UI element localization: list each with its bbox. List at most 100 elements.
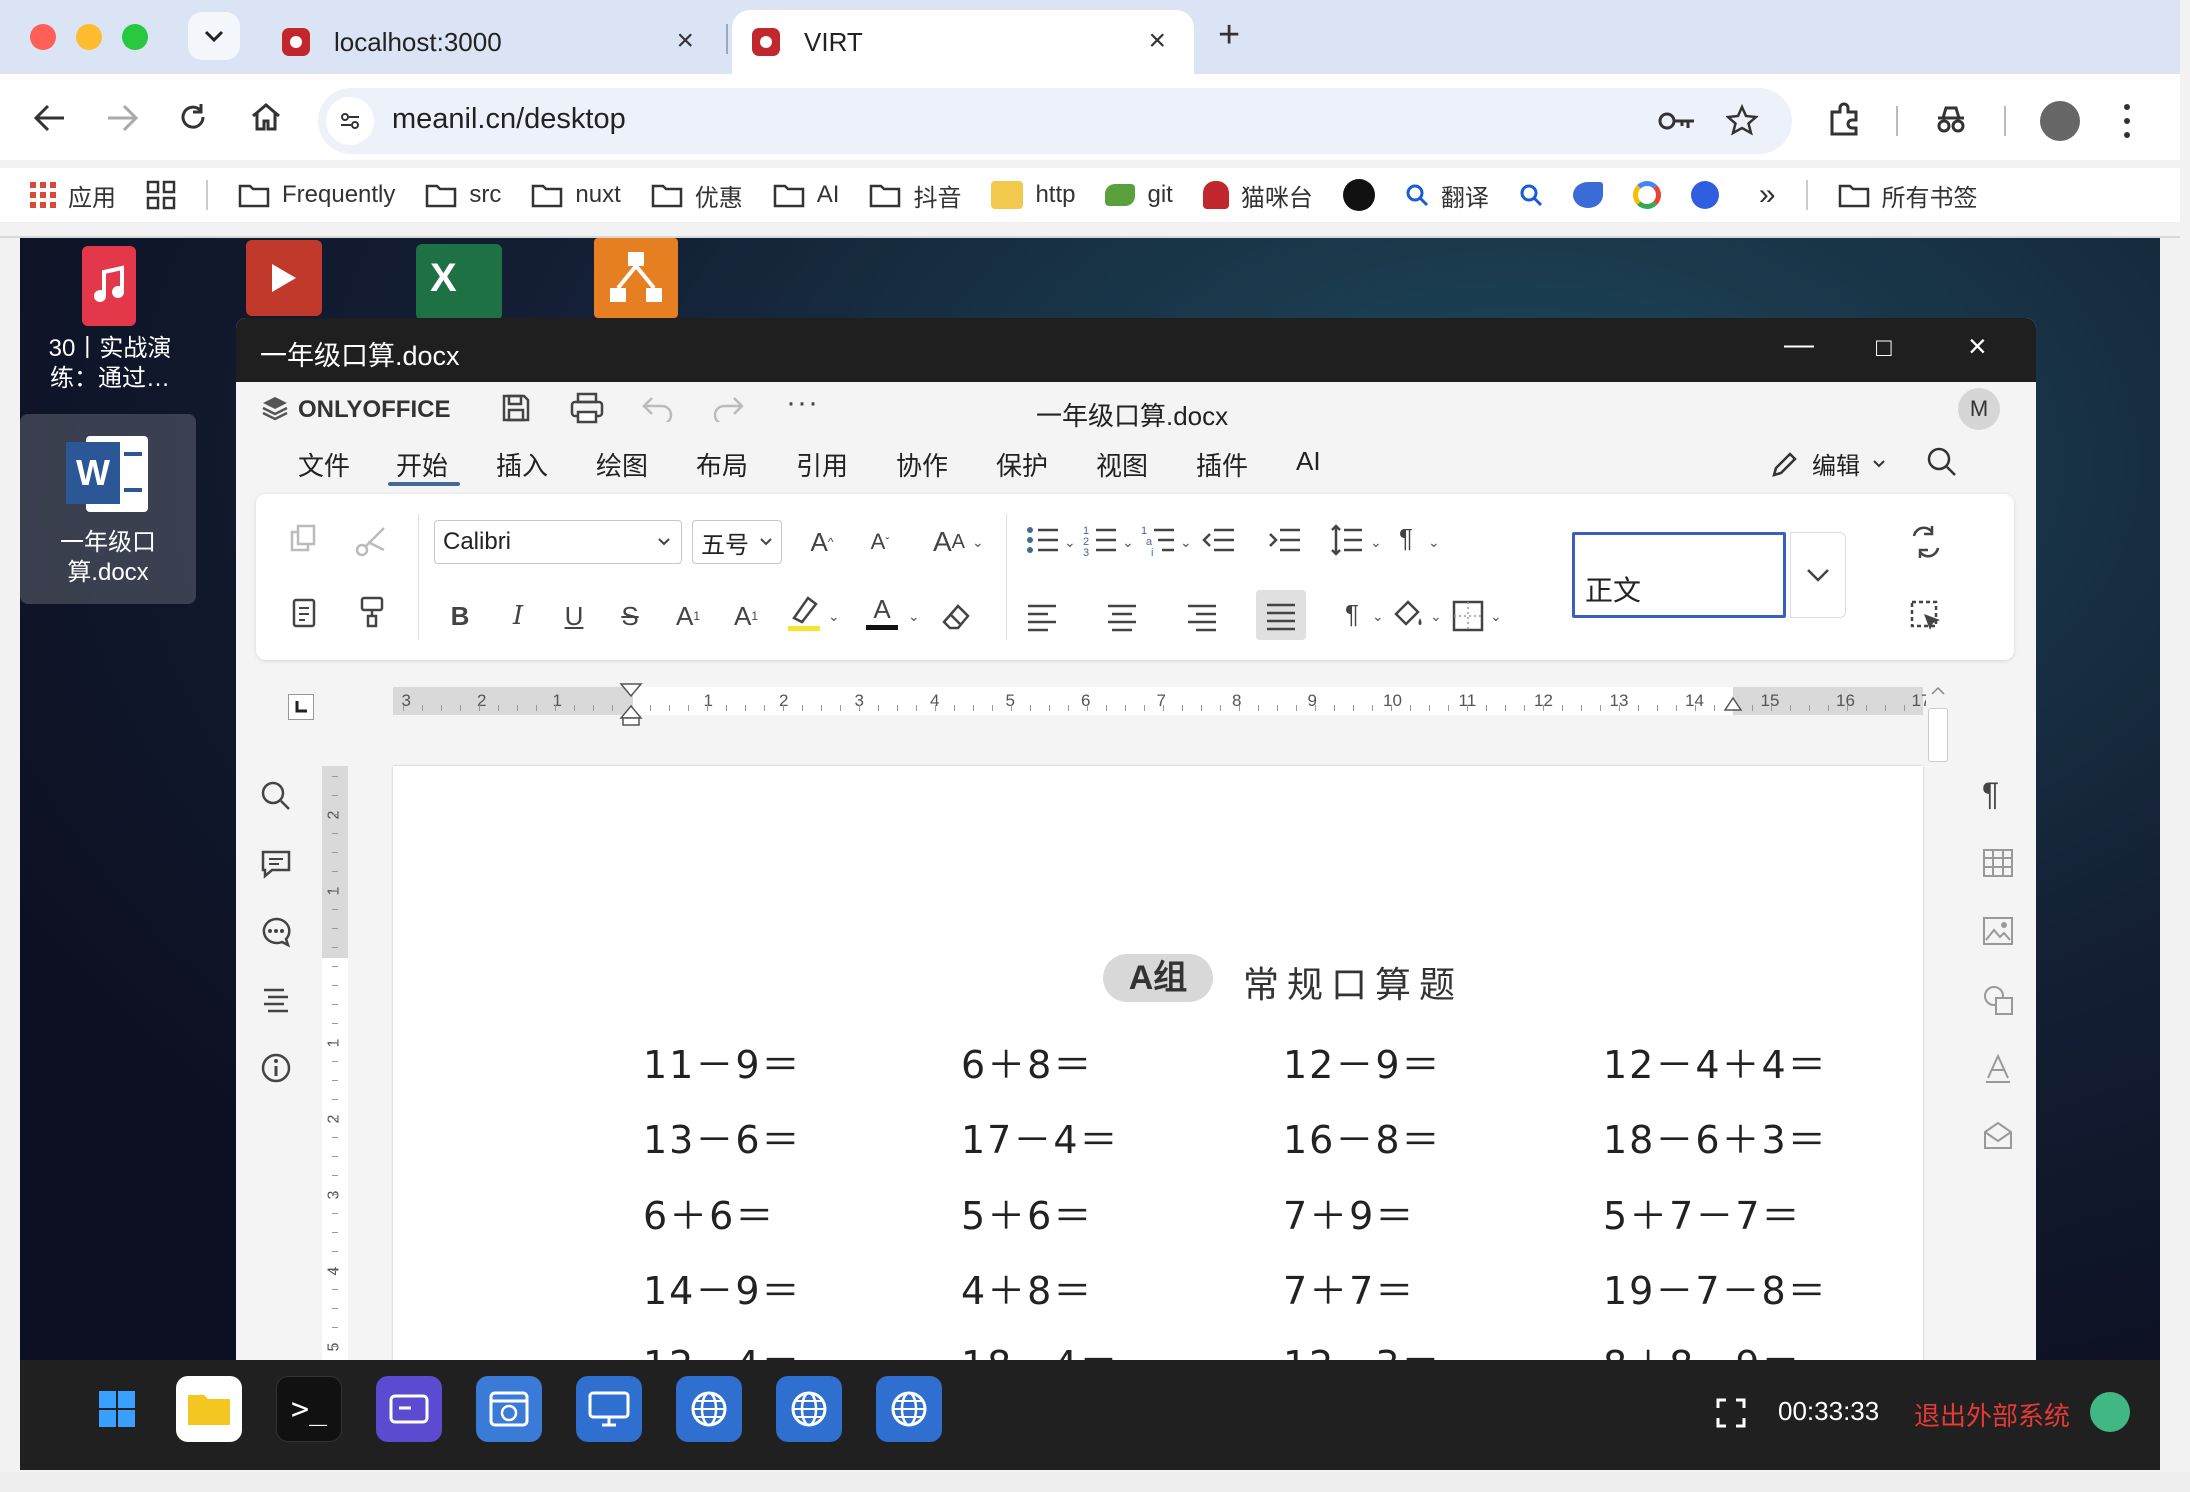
format-painter-icon[interactable]: [354, 594, 390, 630]
close-tab-icon[interactable]: ×: [676, 24, 694, 58]
cut-icon[interactable]: [354, 522, 390, 558]
bookmark-folder-youhui[interactable]: 优惠: [651, 178, 743, 213]
bookmark-folder-ai[interactable]: AI: [773, 181, 839, 209]
decrease-indent-icon[interactable]: [1200, 522, 1236, 558]
tab-file[interactable]: 文件: [298, 446, 350, 483]
tab-collaborate[interactable]: 协作: [896, 446, 948, 483]
home-icon[interactable]: [250, 102, 282, 132]
bookmark-maomitai[interactable]: 猫咪台: [1202, 178, 1313, 213]
clear-format-icon[interactable]: [938, 598, 974, 634]
more-bookmarks-button[interactable]: »: [1759, 178, 1776, 212]
search-icon[interactable]: [1926, 446, 1958, 478]
right-indent-marker-icon[interactable]: [1723, 694, 1743, 712]
bookmark-http[interactable]: http: [991, 181, 1075, 209]
search-icon[interactable]: [260, 780, 292, 812]
numbering-icon[interactable]: 123: [1082, 522, 1118, 558]
italic-icon[interactable]: I: [500, 598, 536, 634]
shading-icon[interactable]: [1390, 596, 1426, 632]
table-settings-icon[interactable]: [1982, 848, 2014, 878]
bookmark-folder-src[interactable]: src: [425, 181, 501, 209]
subscript-icon[interactable]: A1: [728, 598, 764, 634]
select-icon[interactable]: [1908, 598, 1944, 634]
font-name-select[interactable]: Calibri: [434, 520, 682, 564]
maximize-button[interactable]: □: [1876, 332, 1892, 363]
browser-app-button[interactable]: [476, 1376, 542, 1442]
globe-app-button-3[interactable]: [876, 1376, 942, 1442]
tab-insert[interactable]: 插入: [496, 446, 548, 483]
zoom-window-button[interactable]: [122, 24, 148, 50]
align-center-icon[interactable]: [1104, 598, 1140, 634]
chevron-down-icon[interactable]: ⌄: [908, 608, 920, 625]
tab-groups-icon[interactable]: [146, 180, 176, 210]
tab-stop-selector[interactable]: [288, 694, 314, 720]
change-case-icon[interactable]: AA: [924, 524, 974, 560]
back-icon[interactable]: [34, 104, 66, 132]
extensions-icon[interactable]: [1826, 102, 1862, 138]
tab-draw[interactable]: 绘图: [596, 446, 648, 483]
minimize-window-button[interactable]: [76, 24, 102, 50]
bookmark-folder-douyin[interactable]: 抖音: [869, 178, 961, 213]
image-settings-icon[interactable]: [1982, 916, 2014, 946]
increase-font-icon[interactable]: A ^: [804, 524, 840, 560]
incognito-icon[interactable]: [1934, 104, 1968, 134]
desktop-icon-selected[interactable]: W 一年级口算.docx: [20, 414, 196, 604]
line-spacing-icon[interactable]: [1328, 522, 1364, 558]
tab-virt[interactable]: VIRT ×: [732, 10, 1194, 74]
address-bar[interactable]: meanil.cn/desktop: [318, 88, 1792, 154]
minimize-button[interactable]: —: [1784, 328, 1814, 362]
align-right-icon[interactable]: [1184, 598, 1220, 634]
strikethrough-icon[interactable]: S: [612, 598, 648, 634]
close-button[interactable]: ×: [1968, 328, 1987, 365]
chevron-down-icon[interactable]: ⌄: [1430, 608, 1442, 625]
chevron-down-icon[interactable]: ⌄: [1370, 534, 1382, 551]
decrease-font-icon[interactable]: Aˇ: [862, 524, 898, 560]
profile-avatar[interactable]: [2040, 101, 2080, 141]
bookmark-folder-nuxt[interactable]: nuxt: [531, 181, 621, 209]
bookmark-translate[interactable]: 翻译: [1405, 178, 1489, 213]
paste-icon[interactable]: [286, 594, 322, 630]
video-file-icon[interactable]: [246, 240, 322, 316]
show-marks-icon[interactable]: ¶: [1334, 596, 1370, 632]
chevron-down-icon[interactable]: ⌄: [1372, 608, 1384, 625]
font-size-select[interactable]: 五号: [692, 520, 782, 564]
tab-localhost[interactable]: localhost:3000 ×: [262, 10, 722, 74]
paragraph-direction-icon[interactable]: ¶: [1388, 520, 1424, 556]
vertical-scrollbar[interactable]: [1926, 680, 1950, 1360]
desktop-icon-label[interactable]: 30丨实战演练：通过…: [40, 334, 180, 394]
bookmark-google[interactable]: [1632, 181, 1661, 209]
chevron-down-icon[interactable]: ⌄: [1064, 534, 1076, 551]
superscript-icon[interactable]: A1: [670, 598, 706, 634]
bookmark-folder-frequently[interactable]: Frequently: [238, 181, 395, 209]
multilevel-list-icon[interactable]: 1ai: [1140, 522, 1176, 558]
tab-layout[interactable]: 布局: [696, 446, 748, 483]
tab-view[interactable]: 视图: [1096, 446, 1148, 483]
shape-settings-icon[interactable]: [1982, 984, 2014, 1016]
highlight-icon[interactable]: [786, 594, 822, 631]
paragraph-settings-icon[interactable]: ¶: [1982, 776, 1999, 813]
url-text[interactable]: meanil.cn/desktop: [392, 103, 626, 136]
chevron-down-icon[interactable]: ⌄: [1122, 534, 1134, 551]
bookmark-baidu[interactable]: [1690, 181, 1719, 209]
font-color-icon[interactable]: A: [864, 594, 900, 630]
navigation-icon[interactable]: [260, 984, 292, 1016]
site-info-icon[interactable]: [326, 97, 374, 145]
borders-icon[interactable]: [1450, 598, 1486, 634]
chevron-down-icon[interactable]: ⌄: [828, 608, 840, 625]
document-page[interactable]: A组 常规口算题 11－9＝ 6＋8＝ 12－9＝ 12－4＋4＝ 13－6＝ 17－4＝…: [393, 766, 1923, 1360]
tab-ai[interactable]: AI: [1296, 446, 1321, 477]
replace-icon[interactable]: [1908, 524, 1944, 560]
bookmark-search[interactable]: [1519, 183, 1543, 207]
scrollbar-thumb[interactable]: [1928, 708, 1948, 762]
chevron-down-icon[interactable]: ⌄: [1180, 534, 1192, 551]
close-window-button[interactable]: [30, 24, 56, 50]
forward-icon[interactable]: [106, 104, 138, 132]
copy-icon[interactable]: [286, 522, 322, 558]
star-icon[interactable]: [1726, 104, 1758, 136]
chat-icon[interactable]: [260, 916, 292, 948]
comments-icon[interactable]: [260, 848, 292, 880]
underline-icon[interactable]: U: [556, 598, 592, 634]
info-icon[interactable]: [260, 1052, 292, 1084]
fullscreen-icon[interactable]: [1716, 1398, 1746, 1428]
globe-app-button-2[interactable]: [776, 1376, 842, 1442]
chevron-down-icon[interactable]: ⌄: [1428, 534, 1440, 551]
